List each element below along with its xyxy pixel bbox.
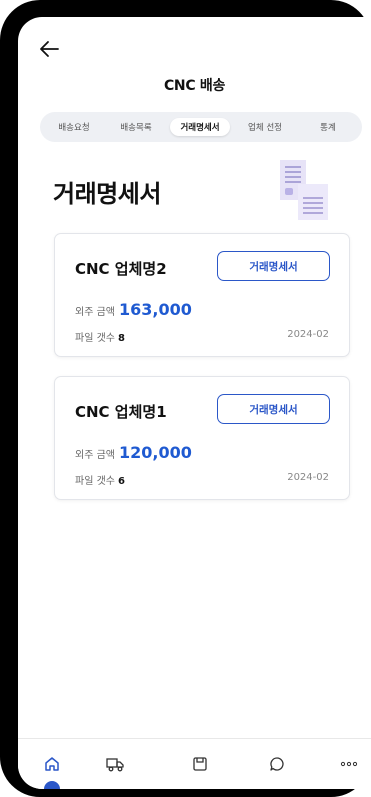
documents-illustration xyxy=(280,160,328,220)
file-count-row: 파일 갯수 8 xyxy=(75,329,125,344)
amount-label: 외주 금액 xyxy=(75,450,115,461)
app-screen: CNC 배송 배송요청 배송목록 거래명세서 업체 선정 통계 거래명세서 CN… xyxy=(18,17,371,789)
section-heading: 거래명세서 xyxy=(53,180,161,208)
file-count-value: 6 xyxy=(117,476,125,487)
statement-button[interactable]: 거래명세서 xyxy=(217,251,330,281)
file-count-label: 파일 갯수 xyxy=(75,333,115,344)
chat-icon xyxy=(270,757,284,771)
tab-statement[interactable]: 거래명세서 xyxy=(170,118,230,136)
truck-icon xyxy=(106,758,124,772)
page-title: CNC 배송 xyxy=(163,78,226,94)
vendor-card[interactable]: CNC 업체명2 거래명세서 외주 금액 163,000 파일 갯수 8 2024… xyxy=(54,233,350,357)
box-icon xyxy=(193,757,207,771)
statement-button[interactable]: 거래명세서 xyxy=(217,394,330,424)
more-icon xyxy=(340,761,358,767)
tab-vendor-selection[interactable]: 업체 선정 xyxy=(238,118,292,136)
home-icon xyxy=(45,757,59,771)
amount-label: 외주 금액 xyxy=(75,307,115,318)
vendor-card[interactable]: CNC 업체명1 거래명세서 외주 금액 120,000 파일 갯수 6 2024… xyxy=(54,376,350,500)
arrow-left-icon xyxy=(40,41,59,57)
card-date: 2024-02 xyxy=(287,329,329,340)
amount-value: 163,000 xyxy=(118,300,192,319)
vendor-name: CNC 업체명2 xyxy=(75,260,167,278)
back-button[interactable] xyxy=(36,35,64,63)
card-date: 2024-02 xyxy=(287,472,329,483)
vendor-name: CNC 업체명1 xyxy=(75,403,167,421)
nav-chat[interactable] xyxy=(266,753,288,775)
nav-delivery[interactable] xyxy=(104,753,126,775)
tab-statistics[interactable]: 통계 xyxy=(306,118,350,136)
nav-more[interactable] xyxy=(338,753,360,775)
amount-row: 외주 금액 120,000 xyxy=(75,443,192,462)
active-indicator xyxy=(44,781,60,789)
tab-delivery-request[interactable]: 배송요청 xyxy=(48,118,100,136)
amount-row: 외주 금액 163,000 xyxy=(75,300,192,319)
amount-value: 120,000 xyxy=(118,443,192,462)
bottom-navigation xyxy=(18,738,371,789)
tab-bar: 배송요청 배송목록 거래명세서 업체 선정 통계 xyxy=(40,112,362,142)
file-count-value: 8 xyxy=(117,333,125,344)
tab-delivery-list[interactable]: 배송목록 xyxy=(110,118,162,136)
file-count-row: 파일 갯수 6 xyxy=(75,472,125,487)
device-frame: CNC 배송 배송요청 배송목록 거래명세서 업체 선정 통계 거래명세서 CN… xyxy=(0,0,371,797)
nav-box[interactable] xyxy=(189,753,211,775)
nav-home[interactable] xyxy=(41,753,63,775)
file-count-label: 파일 갯수 xyxy=(75,476,115,487)
